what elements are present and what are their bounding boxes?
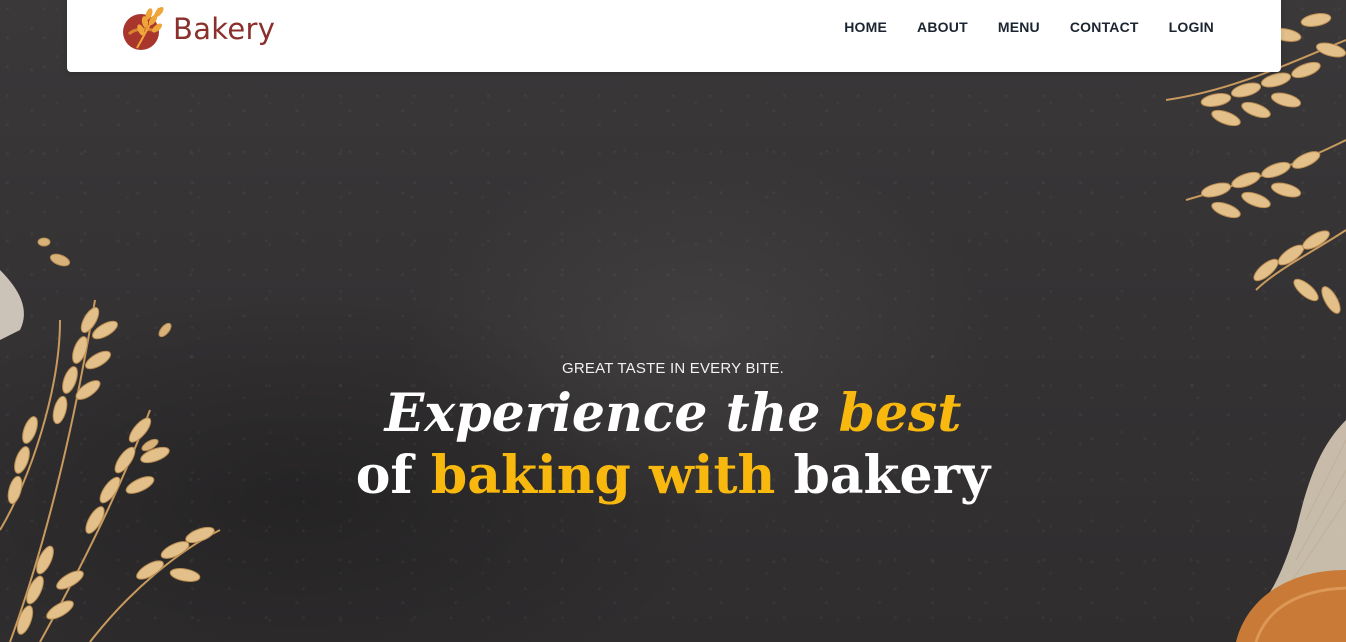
nav-home-link[interactable]: HOME bbox=[844, 17, 887, 37]
nav-menu-link[interactable]: MENU bbox=[998, 17, 1040, 37]
brand-name: Bakery bbox=[173, 12, 276, 46]
nav-login-link[interactable]: LOGIN bbox=[1169, 17, 1214, 37]
headline-accent-baking-with: baking with bbox=[430, 445, 776, 506]
headline-text-bakery: bakery bbox=[775, 445, 991, 506]
nav-contact-link[interactable]: CONTACT bbox=[1070, 17, 1139, 37]
wheat-logo-icon bbox=[123, 7, 164, 50]
brand-logo[interactable]: Bakery bbox=[119, 4, 275, 54]
headline-line-1: Experience the best bbox=[385, 383, 962, 444]
hero-content: GREAT TASTE IN EVERY BITE. Experience th… bbox=[0, 360, 1346, 507]
nav-menu: HOME ABOUT MENU CONTACT LOGIN bbox=[844, 17, 1214, 37]
top-navbar: Bakery HOME ABOUT MENU CONTACT LOGIN bbox=[67, 0, 1281, 72]
headline-text-of: of bbox=[355, 445, 431, 506]
hero-headline: Experience the best of baking with baker… bbox=[0, 383, 1346, 507]
nav-about-link[interactable]: ABOUT bbox=[917, 17, 968, 37]
hero-section bbox=[0, 0, 1346, 642]
headline-text-experience: Experience the bbox=[384, 383, 839, 444]
headline-line-2: of baking with bakery bbox=[356, 445, 991, 506]
headline-accent-best: best bbox=[838, 383, 962, 444]
hero-tagline: GREAT TASTE IN EVERY BITE. bbox=[562, 360, 784, 377]
